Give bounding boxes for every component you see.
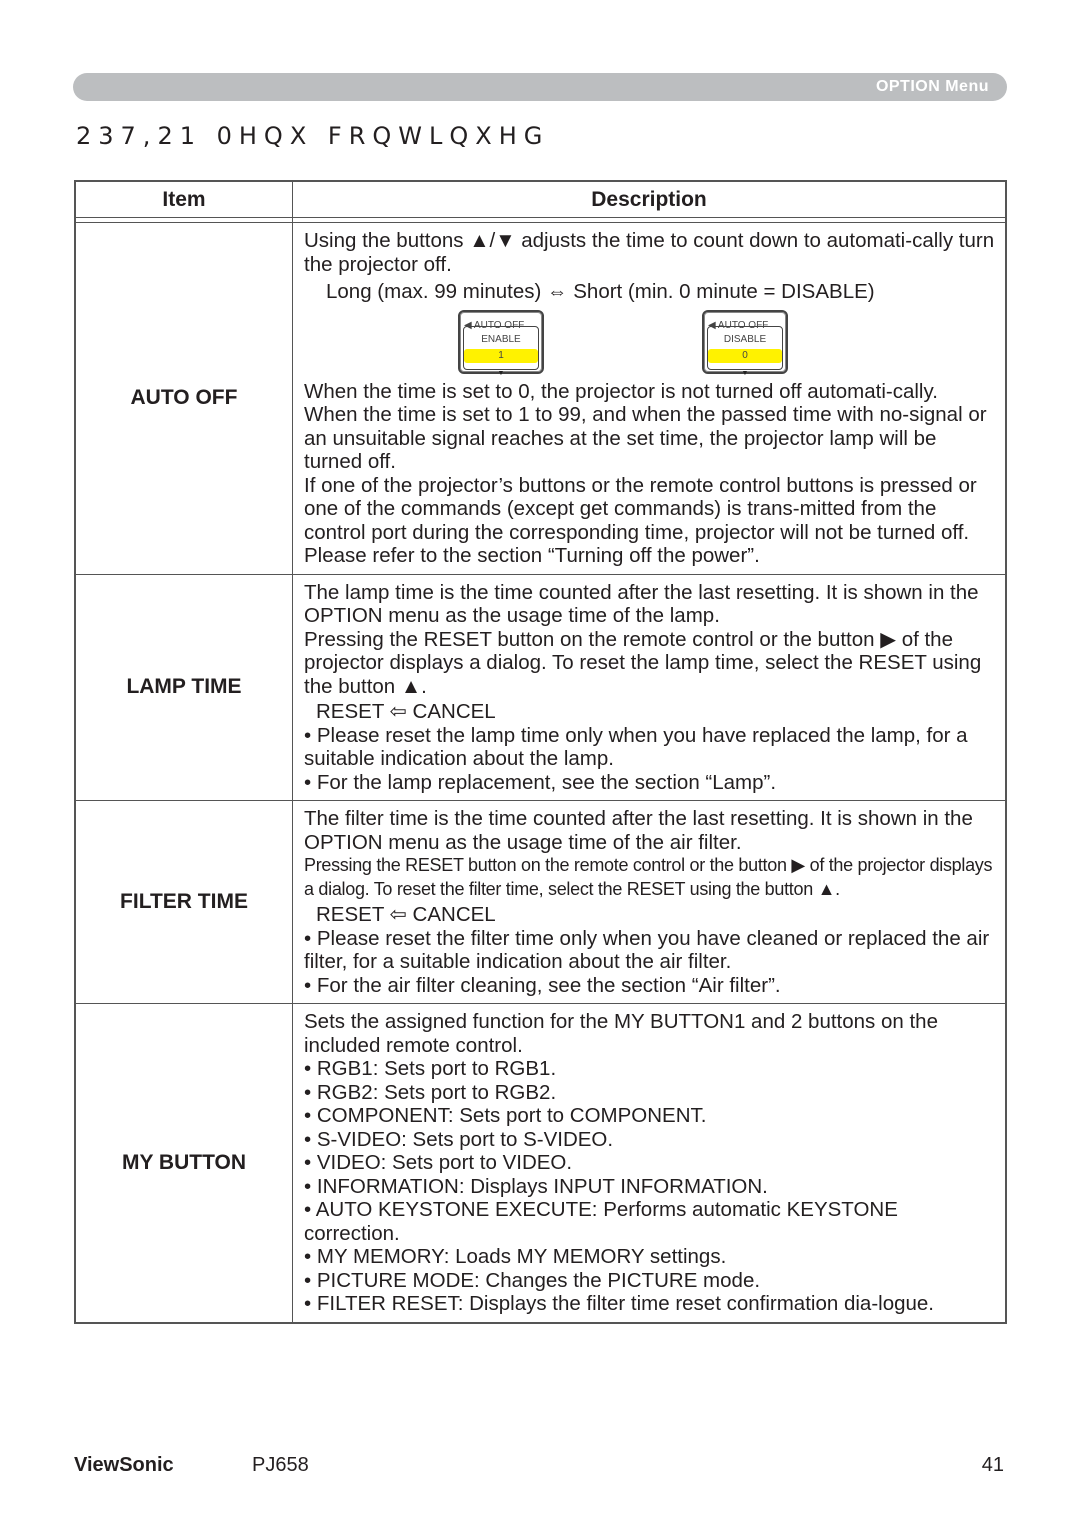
page-number: 41 [981,1454,1004,1476]
bullet: • S-VIDEO: Sets port to S-VIDEO. [304,1127,614,1151]
bullet: • Please reset the lamp time only when y… [304,723,968,771]
column-header-item: Item [74,180,293,218]
option-menu-table: Item Description AUTO OFF Using the butt… [74,180,1007,1324]
table-row-my-button: MY BUTTON Sets the assigned function for… [74,1003,1007,1323]
bullet: • PICTURE MODE: Changes the PICTURE mode… [304,1268,761,1292]
item-name: FILTER TIME [74,800,293,1004]
paragraph: Please refer to the section “Turning off… [304,544,760,567]
section-header-bar: OPTION Menu [73,73,1007,101]
item-description: Sets the assigned function for the MY BU… [292,1003,1007,1323]
bullet: • RGB1: Sets port to RGB1. [304,1057,557,1080]
column-header-description: Description [292,180,1007,218]
section-label: OPTION Menu [875,78,989,95]
instruction-text: Pressing the RESET button on the remote … [304,855,993,899]
table-row-filter-time: FILTER TIME The filter time is the time … [74,800,1007,1004]
instruction-text: Pressing the RESET button on the remote … [304,627,982,698]
osd-auto-off-enable: ◀ AUTO OFF ENABLE ▲ 1 ▼ [458,309,544,377]
item-name: MY BUTTON [74,1003,293,1323]
range-text: Long (max. 99 minutes) ⇔ Short (min. 0 m… [326,280,875,303]
bullet: • VIDEO: Sets port to VIDEO. [304,1151,573,1174]
paragraph: When the time is set to 0, the projector… [304,379,938,403]
description-intro: The lamp time is the time counted after … [304,580,979,628]
item-description: Using the buttons ▲/▼ adjusts the time t… [292,222,1007,575]
arrow-down-icon: ▼ [741,369,749,377]
osd-value: 1 [464,348,538,363]
paragraph: If one of the projector’s buttons or the… [304,473,977,544]
table-row-lamp-time: LAMP TIME The lamp time is the time coun… [74,573,1007,801]
bullet: • AUTO KEYSTONE EXECUTE: Performs automa… [304,1198,898,1245]
osd-examples: ◀ AUTO OFF ENABLE ▲ 1 ▼ ◀ AUTO OFF DISAB… [304,309,995,377]
bullet: • For the air filter cleaning, see the s… [304,973,781,997]
bullet: • MY MEMORY: Loads MY MEMORY settings. [304,1245,727,1268]
bullet: • RGB2: Sets port to RGB2. [304,1080,557,1104]
dialog-options: RESET ⇦ CANCEL [316,700,496,723]
description-intro: Sets the assigned function for the MY BU… [304,1010,938,1057]
dialog-options: RESET ⇦ CANCEL [316,903,496,926]
item-name: LAMP TIME [74,573,293,801]
footer-brand: ViewSonic [74,1454,174,1476]
bullet: • FILTER RESET: Displays the filter time… [304,1292,934,1315]
bullet: • INFORMATION: Displays INPUT INFORMATIO… [304,1174,768,1198]
page-title: 237,21 0HQX FRQWLQXHG [76,122,550,150]
table-row-auto-off: AUTO OFF Using the buttons ▲/▼ adjusts t… [74,222,1007,575]
bullet: • COMPONENT: Sets port to COMPONENT. [304,1104,707,1127]
arrow-down-icon: ▼ [497,369,505,377]
item-description: The filter time is the time counted afte… [292,800,1007,1004]
bullet: • For the lamp replacement, see the sect… [304,770,777,794]
item-name: AUTO OFF [74,222,293,575]
bullet: • Please reset the filter time only when… [304,926,990,974]
footer-model: PJ658 [252,1454,309,1476]
osd-auto-off-disable: ◀ AUTO OFF DISABLE ▲ 0 ▼ [702,309,788,377]
paragraph: When the time is set to 1 to 99, and whe… [304,403,987,473]
description-intro: The filter time is the time counted afte… [304,807,973,854]
description-intro: Using the buttons ▲/▼ adjusts the time t… [304,229,995,276]
item-description: The lamp time is the time counted after … [292,573,1007,801]
table-header-row: Item Description [74,180,1007,218]
osd-value: 0 [708,348,782,363]
